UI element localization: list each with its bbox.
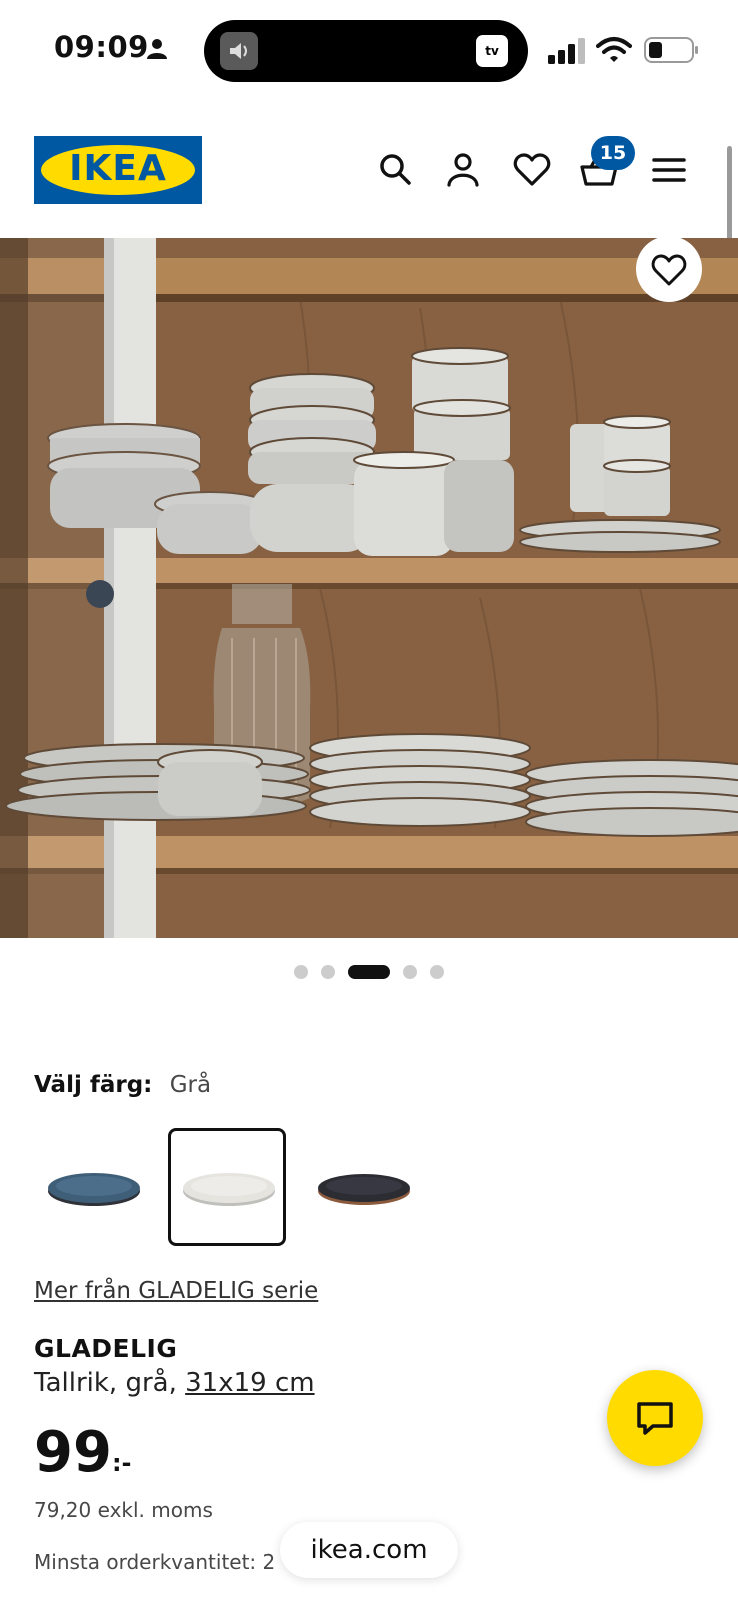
speaker-icon <box>220 32 258 70</box>
series-link[interactable]: Mer från GLADELIG serie <box>34 1278 318 1304</box>
carousel-dot[interactable] <box>403 965 417 979</box>
battery-icon <box>644 37 698 63</box>
product-price: 99:- <box>34 1420 132 1485</box>
carousel-dot-active[interactable] <box>348 965 390 979</box>
color-value: Grå <box>169 1072 212 1098</box>
color-swatch-dark-grey[interactable] <box>304 1128 422 1246</box>
product-photo-illustration <box>0 238 738 938</box>
color-label: Välj färg: <box>34 1072 153 1098</box>
search-icon[interactable] <box>376 150 416 190</box>
cart-count-badge: 15 <box>591 136 635 170</box>
clock: 09:09 <box>54 30 149 64</box>
price-excl-vat: 79,20 exkl. moms <box>34 1498 213 1522</box>
price-suffix: :- <box>111 1449 132 1477</box>
product-type: Tallrik, grå, <box>34 1368 186 1398</box>
dynamic-island: tv <box>204 20 528 82</box>
chat-button[interactable] <box>607 1370 703 1466</box>
account-icon[interactable] <box>443 150 483 190</box>
color-selector: Välj färg: Grå <box>34 1072 211 1098</box>
site-header: IKEA <box>0 120 738 238</box>
status-bar: 09:09 tv <box>0 0 738 100</box>
ikea-logo[interactable]: IKEA <box>34 136 202 204</box>
product-image[interactable] <box>0 238 738 938</box>
product-dimension-link[interactable]: 31x19 cm <box>185 1368 314 1398</box>
chat-icon <box>637 1402 673 1435</box>
carousel-dot[interactable] <box>294 965 308 979</box>
product-name: GLADELIG <box>34 1334 178 1363</box>
price-integer: 99 <box>34 1420 112 1485</box>
min-order-quantity: Minsta orderkvantitet: 2 <box>34 1550 276 1574</box>
wishlist-heart-icon[interactable] <box>512 150 552 190</box>
product-description: Tallrik, grå, 31x19 cm <box>34 1368 315 1398</box>
image-favorite-button[interactable] <box>636 236 702 302</box>
cellular-signal-icon <box>548 38 585 64</box>
heart-icon <box>651 254 687 286</box>
menu-hamburger-icon[interactable] <box>649 150 689 190</box>
color-swatch-blue[interactable] <box>34 1128 152 1246</box>
page-scrollbar[interactable] <box>727 146 732 242</box>
appletv-icon: tv <box>476 35 508 67</box>
carousel-dot[interactable] <box>430 965 444 979</box>
carousel-dot[interactable] <box>321 965 335 979</box>
wifi-icon <box>596 37 632 62</box>
person-icon <box>147 39 167 59</box>
color-swatch-grey-selected[interactable] <box>168 1128 286 1246</box>
image-carousel-dots <box>0 964 738 980</box>
browser-url-bar[interactable]: ikea.com <box>280 1522 458 1578</box>
